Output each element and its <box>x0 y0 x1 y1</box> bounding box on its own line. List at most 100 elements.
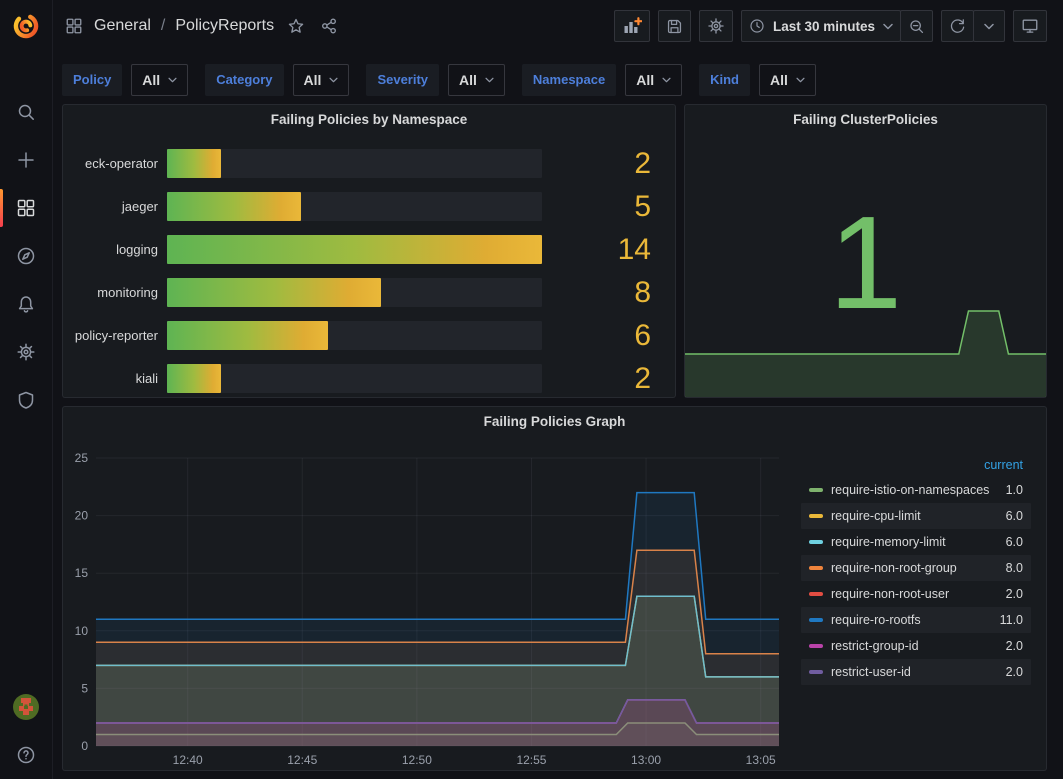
filter-value-dropdown[interactable]: All <box>448 64 505 96</box>
legend-row-require-non-root-group[interactable]: require-non-root-group8.0 <box>801 555 1031 581</box>
series-current-value: 2.0 <box>1006 665 1023 679</box>
breadcrumb: General / PolicyReports <box>65 17 338 35</box>
bar-gauge-row: kiali2 <box>63 357 675 400</box>
top-navbar: General / PolicyReports <box>52 0 1063 52</box>
dashboards-icon <box>16 198 36 218</box>
svg-text:12:40: 12:40 <box>173 753 203 767</box>
series-current-value: 2.0 <box>1006 587 1023 601</box>
svg-text:10: 10 <box>75 624 89 638</box>
sidebar-item-profile[interactable] <box>0 683 52 731</box>
bar-track <box>167 278 542 307</box>
dashboard-settings-button[interactable] <box>699 10 733 42</box>
filter-severity: Severity All <box>366 64 504 96</box>
bar-value: 2 <box>548 149 675 179</box>
series-color-swatch <box>809 592 823 596</box>
bar-track <box>167 364 542 393</box>
compass-icon <box>16 246 36 266</box>
series-current-value: 6.0 <box>1006 509 1023 523</box>
svg-text:12:45: 12:45 <box>287 753 317 767</box>
bar-gauge-row: eck-operator 2 <box>63 142 675 185</box>
filter-label[interactable]: Severity <box>366 64 439 96</box>
sidebar-item-configuration[interactable] <box>0 328 52 376</box>
refresh-interval-button[interactable] <box>973 10 1005 42</box>
series-color-swatch <box>809 540 823 544</box>
filter-kind: Kind All <box>699 64 816 96</box>
sidebar-item-alerting[interactable] <box>0 280 52 328</box>
bar-value: 6 <box>548 321 675 351</box>
filter-label[interactable]: Namespace <box>522 64 616 96</box>
legend-row-require-cpu-limit[interactable]: require-cpu-limit 6.0 <box>801 503 1031 529</box>
sidebar-item-server-admin[interactable] <box>0 376 52 424</box>
template-variables-row: Policy All Category All Severity All Namespace… <box>62 64 816 96</box>
sidebar-item-help[interactable] <box>0 731 52 779</box>
cycle-view-mode-button[interactable] <box>1013 10 1047 42</box>
filter-value-dropdown[interactable]: All <box>625 64 682 96</box>
bar-fill <box>167 278 381 307</box>
bar-gauge: eck-operator 2 jaeger 5 logging 14 monitoring8… <box>63 142 675 400</box>
panel-failing-policies-graph: Failing Policies Graph 051015202512:4012… <box>62 406 1047 771</box>
bar-fill <box>167 235 542 264</box>
legend-row-require-memory-limit[interactable]: require-memory-limit6.0 <box>801 529 1031 555</box>
filter-value-dropdown[interactable]: All <box>293 64 350 96</box>
series-current-value: 8.0 <box>1006 561 1023 575</box>
svg-text:13:00: 13:00 <box>631 753 661 767</box>
sidebar-item-explore[interactable] <box>0 232 52 280</box>
grafana-logo[interactable] <box>0 0 52 52</box>
share-icon[interactable] <box>320 17 338 35</box>
save-dashboard-button[interactable] <box>658 10 691 42</box>
panel-title[interactable]: Failing Policies by Namespace <box>63 105 675 135</box>
shield-icon <box>16 390 36 410</box>
star-icon[interactable] <box>287 17 305 35</box>
bar-track <box>167 192 542 221</box>
add-panel-button[interactable] <box>614 10 650 42</box>
series-name: require-cpu-limit <box>831 509 921 523</box>
sidebar-item-search[interactable] <box>0 88 52 136</box>
chevron-down-icon <box>796 77 805 83</box>
bar-gauge-row: logging 14 <box>63 228 675 271</box>
bar-fill <box>167 149 221 178</box>
filter-value-dropdown[interactable]: All <box>131 64 188 96</box>
search-icon <box>16 102 36 122</box>
series-current-value: 1.0 <box>1006 483 1023 497</box>
sidebar-item-dashboards[interactable] <box>0 184 52 232</box>
filter-label[interactable]: Category <box>205 64 283 96</box>
series-name: restrict-group-id <box>831 639 919 653</box>
legend-row-require-istio-on-namespaces[interactable]: require-istio-on-namespaces1.0 <box>801 477 1031 503</box>
series-name: require-ro-rootfs <box>831 613 921 627</box>
legend-row-require-ro-rootfs[interactable]: require-ro-rootfs11.0 <box>801 607 1031 633</box>
svg-text:12:55: 12:55 <box>516 753 546 767</box>
bar-label: jaeger <box>63 199 167 214</box>
filter-value-dropdown[interactable]: All <box>759 64 816 96</box>
bell-icon <box>16 294 36 314</box>
legend-header-current[interactable]: current <box>801 453 1031 477</box>
filter-label[interactable]: Kind <box>699 64 750 96</box>
chevron-down-icon <box>168 77 177 83</box>
bar-value: 14 <box>548 235 675 265</box>
svg-text:15: 15 <box>75 566 89 580</box>
zoom-out-icon <box>908 18 925 35</box>
bar-label: eck-operator <box>63 156 167 171</box>
sidebar <box>0 0 53 779</box>
legend-row-restrict-group-id[interactable]: restrict-group-id 2.0 <box>801 633 1031 659</box>
breadcrumb-section[interactable]: General <box>94 17 151 35</box>
bar-label: logging <box>63 242 167 257</box>
series-current-value: 2.0 <box>1006 639 1023 653</box>
avatar <box>13 694 39 720</box>
bar-value: 5 <box>548 192 675 222</box>
zoom-out-button[interactable] <box>900 10 933 42</box>
sidebar-item-create[interactable] <box>0 136 52 184</box>
filter-label[interactable]: Policy <box>62 64 122 96</box>
bar-gauge-row: monitoring8 <box>63 271 675 314</box>
series-current-value: 6.0 <box>1006 535 1023 549</box>
bar-value: 2 <box>548 364 675 394</box>
refresh-button[interactable] <box>941 10 974 42</box>
time-picker-button[interactable]: Last 30 minutes <box>741 10 901 42</box>
svg-text:5: 5 <box>81 681 88 695</box>
filter-category: Category All <box>205 64 349 96</box>
svg-text:25: 25 <box>75 451 89 465</box>
series-name: require-non-root-user <box>831 587 949 601</box>
svg-text:0: 0 <box>81 739 88 753</box>
legend-row-restrict-user-id[interactable]: restrict-user-id2.0 <box>801 659 1031 685</box>
legend-row-require-non-root-user[interactable]: require-non-root-user 2.0 <box>801 581 1031 607</box>
bar-track <box>167 149 542 178</box>
